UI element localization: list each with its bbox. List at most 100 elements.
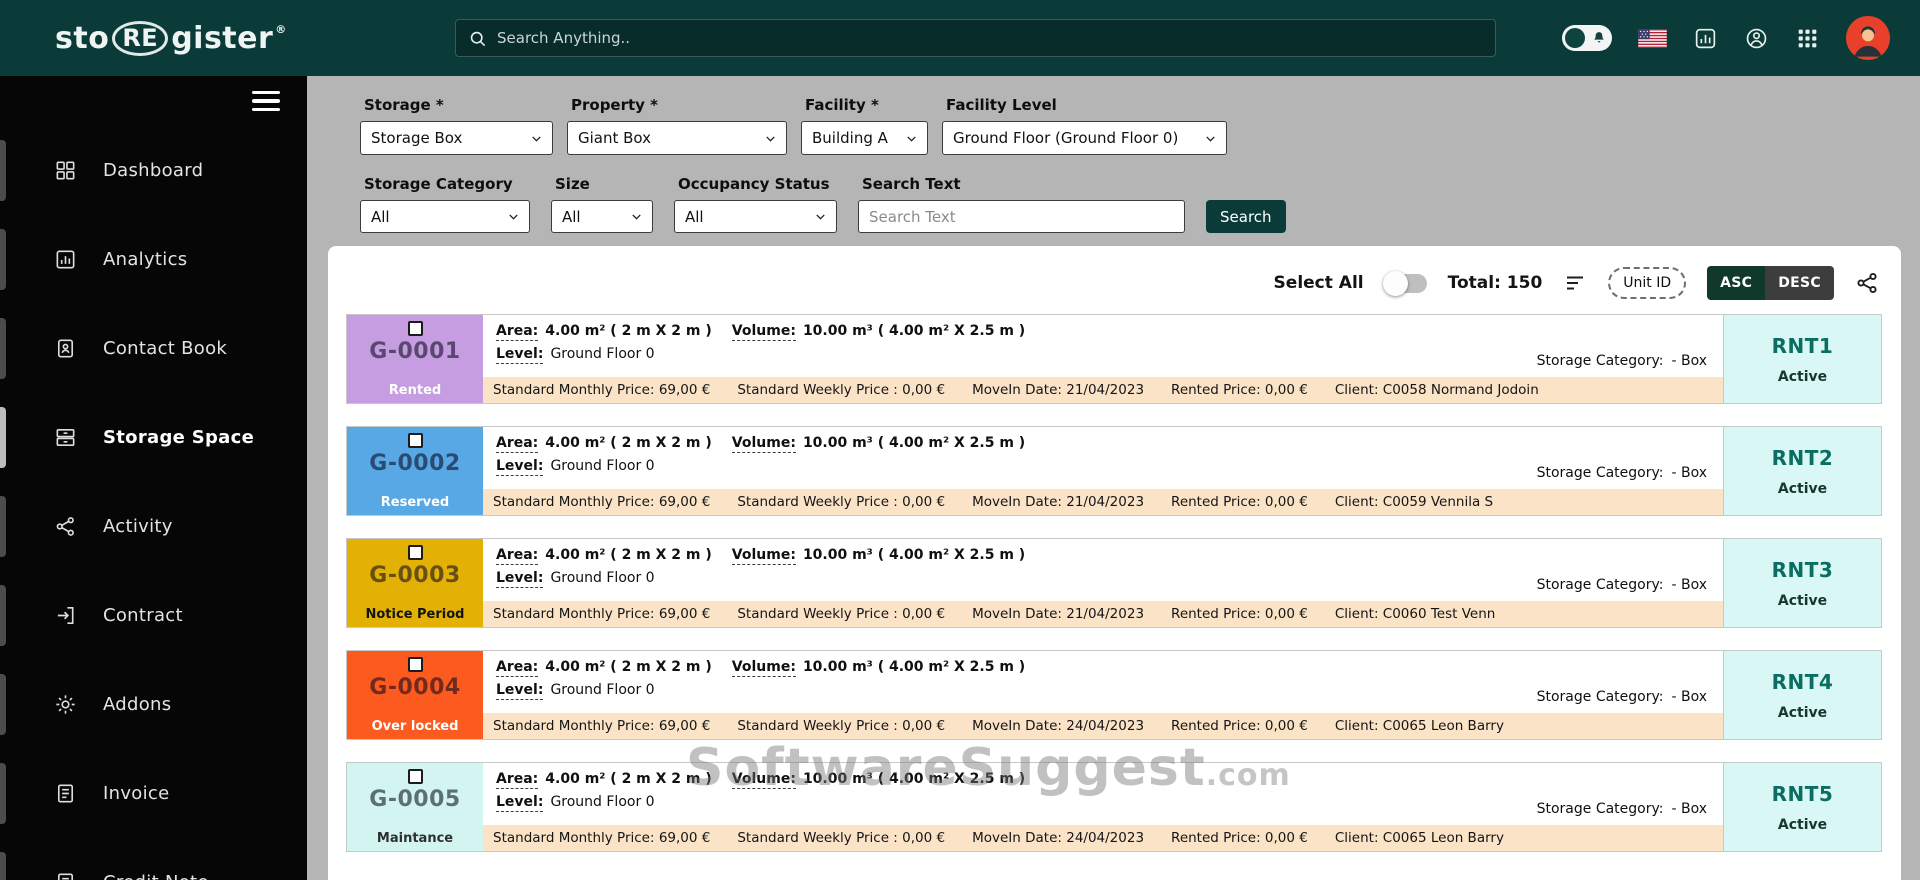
unit-id: G-0001 — [369, 339, 461, 364]
client: Client: C0059 Vennila S — [1334, 494, 1494, 510]
unit-occupancy-status: Over locked — [371, 719, 459, 734]
rented-price: Rented Price: 0,00 € — [1171, 494, 1308, 510]
sidebar-item-analytics[interactable]: Analytics — [0, 215, 307, 304]
unit-checkbox[interactable] — [407, 433, 423, 448]
top-bar: sto RE gister ® — [0, 0, 1920, 76]
filter-label: Storage * — [364, 96, 444, 114]
active-indicator — [0, 763, 6, 824]
facility-select[interactable]: Building A — [801, 121, 928, 155]
filter-section: Storage * Storage Box Property * Giant Box F… — [307, 76, 1920, 233]
filter-field: Storage Category All — [360, 175, 530, 233]
sidebar-item-contract[interactable]: Contract — [0, 571, 307, 660]
chevron-down-icon — [1203, 131, 1218, 146]
unit-card-g-0001: G-0001 Rented Area: 4.00 m² ( 2 m X 2 m ) Vo… — [346, 314, 1882, 404]
area-value: 4.00 m² ( 2 m X 2 m ) — [545, 771, 712, 787]
search-text-input[interactable] — [858, 200, 1185, 233]
contact-book-icon — [54, 337, 77, 360]
activity-icon — [54, 515, 77, 538]
share-icon[interactable] — [1855, 271, 1879, 295]
unit-rental-block[interactable]: RNT5 Active — [1723, 763, 1881, 851]
area-volume-line: Area: 4.00 m² ( 2 m X 2 m ) Volume: 10.00 m… — [496, 771, 1723, 789]
unit-checkbox[interactable] — [407, 769, 423, 784]
storage-category-value: - Box — [1671, 577, 1707, 593]
filter-label: Facility Level — [946, 96, 1057, 114]
unit-checkbox[interactable] — [407, 321, 423, 336]
sidebar-item-addons[interactable]: Addons — [0, 660, 307, 749]
select-all-toggle[interactable] — [1382, 270, 1427, 296]
unit-color-block: G-0001 Rented — [347, 315, 483, 403]
unit-rental-block[interactable]: RNT2 Active — [1723, 427, 1881, 515]
level-label: Level: — [496, 682, 544, 700]
size-select[interactable]: All — [551, 200, 653, 233]
unit-pricing-strip: Standard Monthly Price: 69,00 € Standard … — [483, 713, 1723, 739]
sidebar-item-label: Contact Book — [103, 338, 228, 359]
property-select[interactable]: Giant Box — [567, 121, 787, 155]
main-content: Storage * Storage Box Property * Giant Box F… — [307, 76, 1920, 880]
sidebar-item-activity[interactable]: Activity — [0, 482, 307, 571]
unit-card-g-0005: G-0005 Maintance Area: 4.00 m² ( 2 m X 2 m … — [346, 762, 1882, 852]
unit-rental-block[interactable]: RNT4 Active — [1723, 651, 1881, 739]
language-flag-icon[interactable] — [1638, 28, 1667, 48]
facility-level-select[interactable]: Ground Floor (Ground Floor 0) — [942, 121, 1227, 155]
rental-code: RNT2 — [1771, 445, 1834, 470]
logo-text-pre: sto — [55, 20, 110, 56]
sidebar-item-label: Dashboard — [103, 160, 204, 181]
notification-toggle[interactable] — [1562, 25, 1612, 51]
unit-checkbox[interactable] — [407, 545, 423, 560]
unit-checkbox[interactable] — [407, 657, 423, 672]
toggle-knob-icon — [1565, 28, 1585, 48]
active-indicator — [0, 229, 6, 290]
storage-category-value: - Box — [1671, 353, 1707, 369]
unit-rental-block[interactable]: RNT1 Active — [1723, 315, 1881, 403]
storage-select[interactable]: Storage Box — [360, 121, 553, 155]
apps-grid-icon[interactable] — [1795, 26, 1820, 51]
sidebar-item-credit-note[interactable]: Credit Note — [0, 838, 307, 880]
unit-occupancy-status: Notice Period — [365, 607, 465, 622]
movein-date: MoveIn Date: 24/04/2023 — [972, 718, 1145, 734]
active-indicator — [0, 585, 6, 646]
asc-button[interactable]: ASC — [1707, 266, 1766, 300]
analytics-icon — [54, 248, 77, 271]
user-avatar[interactable] — [1846, 16, 1890, 60]
area-value: 4.00 m² ( 2 m X 2 m ) — [545, 323, 712, 339]
filter-label: Storage Category — [364, 175, 513, 193]
unit-occupancy-status: Rented — [388, 383, 442, 398]
unit-id: G-0005 — [369, 787, 461, 812]
desc-button[interactable]: DESC — [1765, 266, 1834, 300]
storage-category-select[interactable]: All — [360, 200, 530, 233]
sidebar-item-label: Invoice — [103, 783, 170, 804]
sidebar-item-storage-space[interactable]: Storage Space — [0, 393, 307, 482]
search-button[interactable]: Search — [1206, 200, 1286, 233]
app-logo[interactable]: sto RE gister ® — [0, 20, 307, 56]
volume-label: Volume: — [731, 547, 796, 565]
storage-category-value: - Box — [1671, 465, 1707, 481]
global-search-input[interactable] — [497, 29, 1483, 47]
rental-status: Active — [1777, 704, 1828, 721]
sidebar-item-contact-book[interactable]: Contact Book — [0, 304, 307, 393]
select-value: Giant Box — [578, 129, 652, 147]
menu-toggle-icon[interactable] — [0, 76, 307, 126]
sort-icon[interactable] — [1563, 271, 1587, 295]
sidebar-item-label: Contract — [103, 605, 183, 626]
occupancy-status-select[interactable]: All — [674, 200, 837, 233]
filter-field: Facility * Building A — [801, 96, 928, 155]
bell-icon — [1591, 30, 1607, 46]
rental-code: RNT5 — [1771, 781, 1834, 806]
profile-icon[interactable] — [1744, 26, 1769, 51]
sidebar-item-invoice[interactable]: Invoice — [0, 749, 307, 838]
level-value: Ground Floor 0 — [550, 346, 655, 362]
results-panel: Select All Total: 150 Unit ID ASC DESC G… — [328, 246, 1901, 880]
unit-id: G-0003 — [369, 563, 461, 588]
reports-icon[interactable] — [1693, 26, 1718, 51]
global-search[interactable] — [455, 19, 1496, 57]
area-label: Area: — [496, 771, 539, 789]
unit-rental-block[interactable]: RNT3 Active — [1723, 539, 1881, 627]
dashboard-icon — [54, 159, 77, 182]
weekly-price: Standard Weekly Price : 0,00 € — [737, 830, 946, 846]
area-label: Area: — [496, 547, 539, 565]
search-icon — [468, 29, 487, 48]
sidebar-item-dashboard[interactable]: Dashboard — [0, 126, 307, 215]
unit-id-sort-button[interactable]: Unit ID — [1608, 267, 1687, 299]
area-label: Area: — [496, 435, 539, 453]
volume-label: Volume: — [731, 659, 796, 677]
